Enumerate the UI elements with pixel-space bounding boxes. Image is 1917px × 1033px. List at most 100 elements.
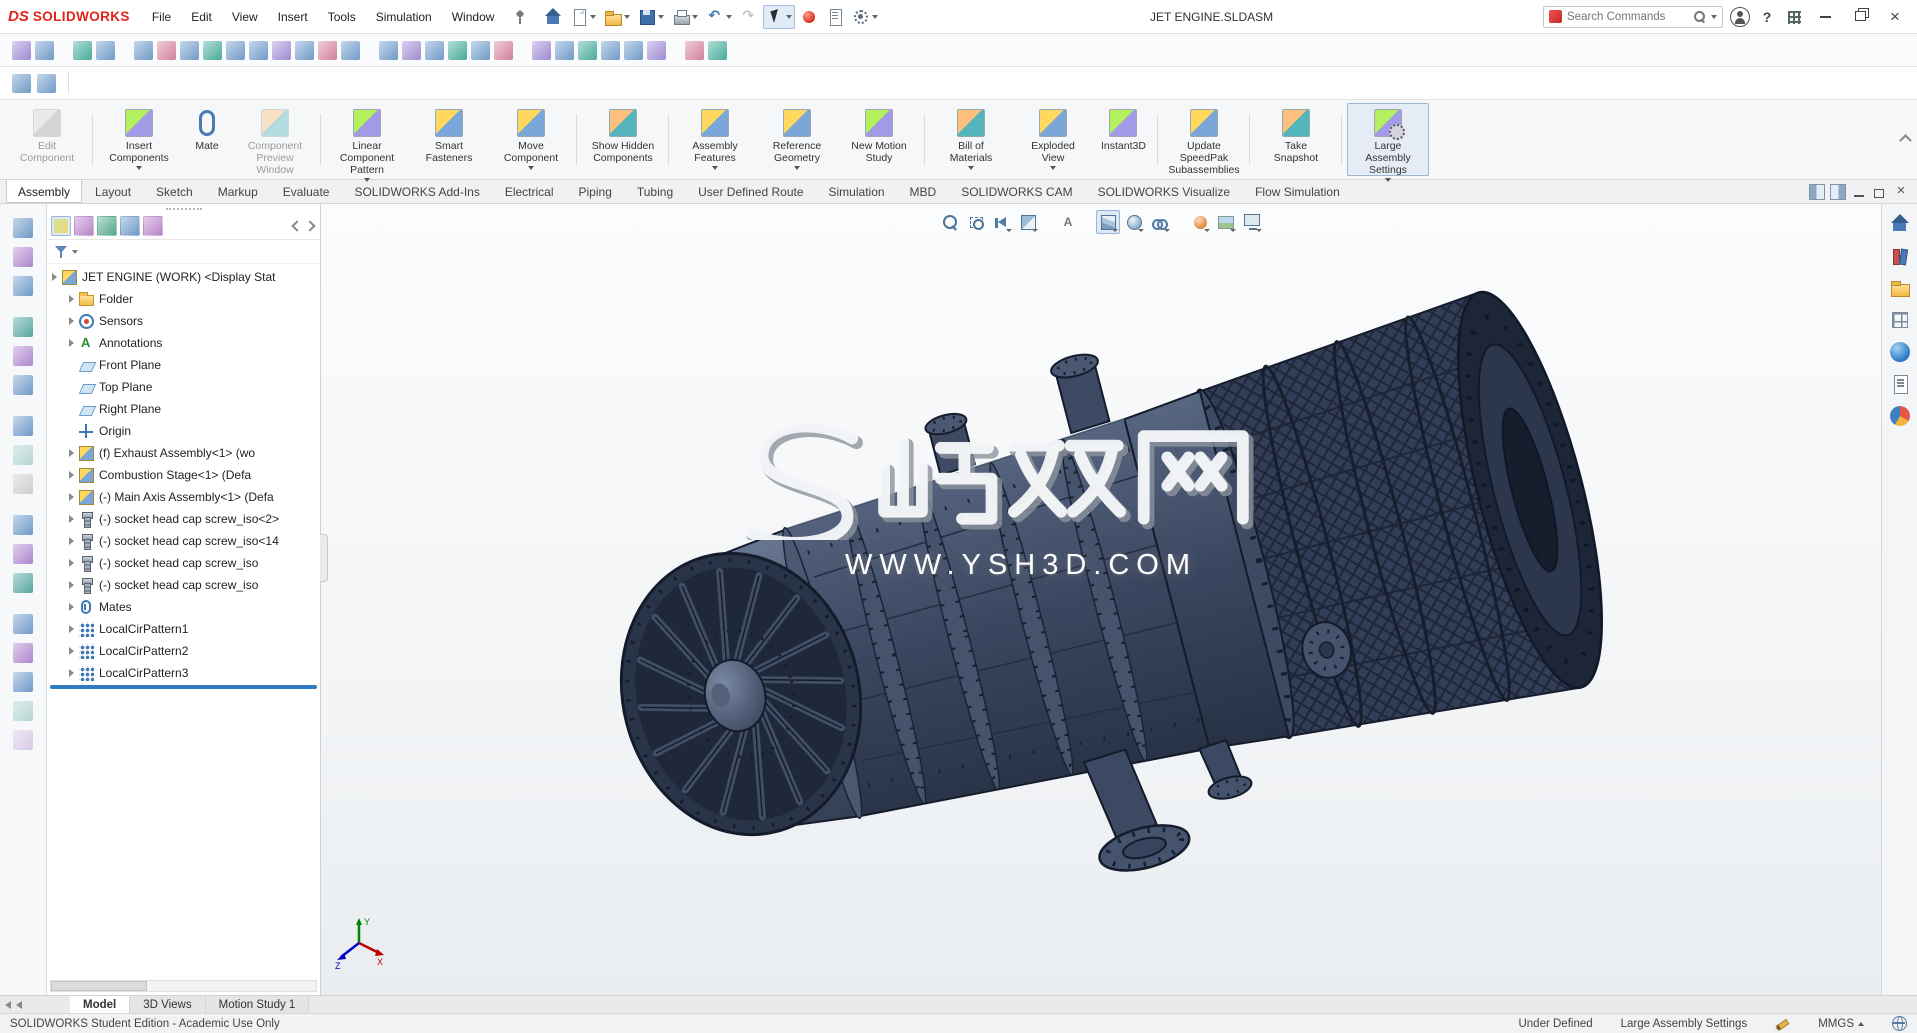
corner-rectangle-icon[interactable] — [157, 41, 176, 60]
tree-item-localcirpattern2[interactable]: LocalCirPattern2 — [47, 640, 320, 662]
tab-sketch[interactable]: Sketch — [144, 180, 205, 203]
clearance-verification-tool-icon[interactable] — [13, 573, 33, 593]
filter-funnel-icon[interactable] — [54, 244, 69, 259]
ellipse-tool-icon[interactable] — [272, 41, 291, 60]
tree-item-localcirpattern1[interactable]: LocalCirPattern1 — [47, 618, 320, 640]
note-tool-icon[interactable] — [685, 41, 704, 60]
tree-item-screw-4[interactable]: (-) socket head cap screw_iso — [47, 574, 320, 596]
selection-filter-toggle-icon[interactable] — [12, 41, 31, 60]
update-speedpak-button[interactable]: Update SpeedPak Subassemblies — [1163, 103, 1245, 176]
convert-entities-icon[interactable] — [402, 41, 421, 60]
tab-3d-views[interactable]: 3D Views — [130, 996, 205, 1013]
scroll-prev-icon[interactable] — [16, 1001, 22, 1009]
panel-collapse-handle[interactable] — [320, 534, 328, 582]
expand-arrow-icon[interactable] — [69, 449, 74, 457]
scroll-first-icon[interactable] — [5, 1001, 11, 1009]
expand-arrow-icon[interactable] — [69, 339, 74, 347]
doc-restore-icon[interactable] — [1872, 184, 1888, 200]
vertical-dimension-icon[interactable] — [578, 41, 597, 60]
edit-pencil-icon[interactable] — [1775, 1016, 1790, 1031]
propertymanager-icon[interactable] — [74, 216, 94, 236]
tab-mbd[interactable]: MBD — [898, 180, 949, 203]
linear-sketch-pattern-icon[interactable] — [471, 41, 490, 60]
open-document-button[interactable] — [601, 5, 633, 29]
scrollbar-thumb[interactable] — [51, 981, 147, 991]
search-icon[interactable] — [1693, 10, 1706, 23]
expand-arrow-icon[interactable] — [69, 581, 74, 589]
exploded-view-tool-icon[interactable] — [13, 643, 33, 663]
centerline-icon[interactable] — [341, 41, 360, 60]
show-hidden-components-button[interactable]: Show Hidden Components — [582, 103, 664, 176]
expand-arrow-icon[interactable] — [69, 669, 74, 677]
doc-close-icon[interactable] — [1893, 184, 1909, 200]
isolate-tool-icon[interactable] — [13, 445, 33, 465]
previous-view-icon[interactable] — [990, 210, 1014, 234]
tab-user-defined-route[interactable]: User Defined Route — [686, 180, 815, 203]
zoom-to-area-icon[interactable] — [964, 210, 988, 234]
assembly-features-button[interactable]: Assembly Features — [674, 103, 756, 176]
component-preview-pane-icon[interactable] — [12, 74, 31, 93]
undo-button[interactable] — [703, 5, 735, 29]
tree-item-origin[interactable]: Origin — [47, 420, 320, 442]
rotate-component-tool-icon[interactable] — [13, 375, 33, 395]
print-button[interactable] — [669, 5, 701, 29]
section-view-icon[interactable] — [1016, 210, 1040, 234]
search-dropdown-icon[interactable] — [1711, 15, 1717, 19]
circular-sketch-pattern-icon[interactable] — [494, 41, 513, 60]
centerpoint-arc-icon[interactable] — [203, 41, 222, 60]
insert-component-tool-icon[interactable] — [13, 218, 33, 238]
tab-tubing[interactable]: Tubing — [625, 180, 685, 203]
tree-item-folder[interactable]: Folder — [47, 288, 320, 310]
rollback-bar[interactable] — [50, 685, 317, 689]
expand-arrow-icon[interactable] — [52, 273, 57, 281]
design-library-icon[interactable] — [1890, 246, 1910, 266]
sketch-fillet-icon[interactable] — [295, 41, 314, 60]
redo-button[interactable] — [737, 5, 761, 29]
pane-left-icon[interactable] — [1809, 184, 1825, 200]
file-explorer-icon[interactable] — [1890, 278, 1910, 298]
tab-layout[interactable]: Layout — [83, 180, 143, 203]
file-properties-button[interactable] — [823, 5, 847, 29]
path-length-dimension-icon[interactable] — [647, 41, 666, 60]
smart-fasteners-button[interactable]: Smart Fasteners — [408, 103, 490, 176]
tab-flow-simulation[interactable]: Flow Simulation — [1243, 180, 1352, 203]
chamfer-dimension-icon[interactable] — [624, 41, 643, 60]
horizontal-dimension-icon[interactable] — [555, 41, 574, 60]
new-document-button[interactable] — [567, 5, 599, 29]
sketch-point-icon[interactable] — [134, 41, 153, 60]
move-component-tool-icon[interactable] — [13, 346, 33, 366]
jet-engine-model[interactable] — [321, 204, 1881, 995]
expand-arrow-icon[interactable] — [69, 647, 74, 655]
tab-solidworks-visualize[interactable]: SOLIDWORKS Visualize — [1086, 180, 1243, 203]
edit-appearance-icon[interactable] — [1188, 210, 1212, 234]
tab-solidworks-cam[interactable]: SOLIDWORKS CAM — [949, 180, 1084, 203]
pane-right-icon[interactable] — [1830, 184, 1846, 200]
tab-markup[interactable]: Markup — [206, 180, 270, 203]
pin-menu-icon[interactable] — [512, 9, 528, 25]
tree-item-right-plane[interactable]: Right Plane — [47, 398, 320, 420]
close-window-button[interactable] — [1881, 5, 1909, 29]
expand-arrow-icon[interactable] — [69, 493, 74, 501]
search-commands-input[interactable] — [1567, 11, 1688, 23]
solidworks-forum-icon[interactable] — [1890, 406, 1910, 426]
dimxpertmanager-icon[interactable] — [120, 216, 140, 236]
menu-view[interactable]: View — [222, 0, 268, 33]
exploded-view-button[interactable]: Exploded View — [1012, 103, 1094, 176]
appearances-scenes-icon[interactable] — [1890, 342, 1910, 362]
selection-set-icon[interactable] — [37, 74, 56, 93]
tree-item-front-plane[interactable]: Front Plane — [47, 354, 320, 376]
display-style-icon[interactable] — [1122, 210, 1146, 234]
bill-of-materials-button[interactable]: Bill of Materials — [930, 103, 1012, 176]
hide-component-tool-icon[interactable] — [13, 416, 33, 436]
menu-tools[interactable]: Tools — [318, 0, 366, 33]
menu-window[interactable]: Window — [442, 0, 505, 33]
displaymanager-icon[interactable] — [143, 216, 163, 236]
filter-dropdown-icon[interactable] — [72, 250, 78, 254]
apps-grid-icon[interactable] — [1784, 7, 1804, 27]
menu-simulation[interactable]: Simulation — [366, 0, 442, 33]
expand-arrow-icon[interactable] — [69, 625, 74, 633]
restore-window-button[interactable] — [1846, 5, 1874, 29]
new-motion-study-button[interactable]: New Motion Study — [838, 103, 920, 176]
save-button[interactable] — [635, 5, 667, 29]
tree-item-root[interactable]: JET ENGINE (WORK) <Display Stat — [47, 266, 320, 288]
